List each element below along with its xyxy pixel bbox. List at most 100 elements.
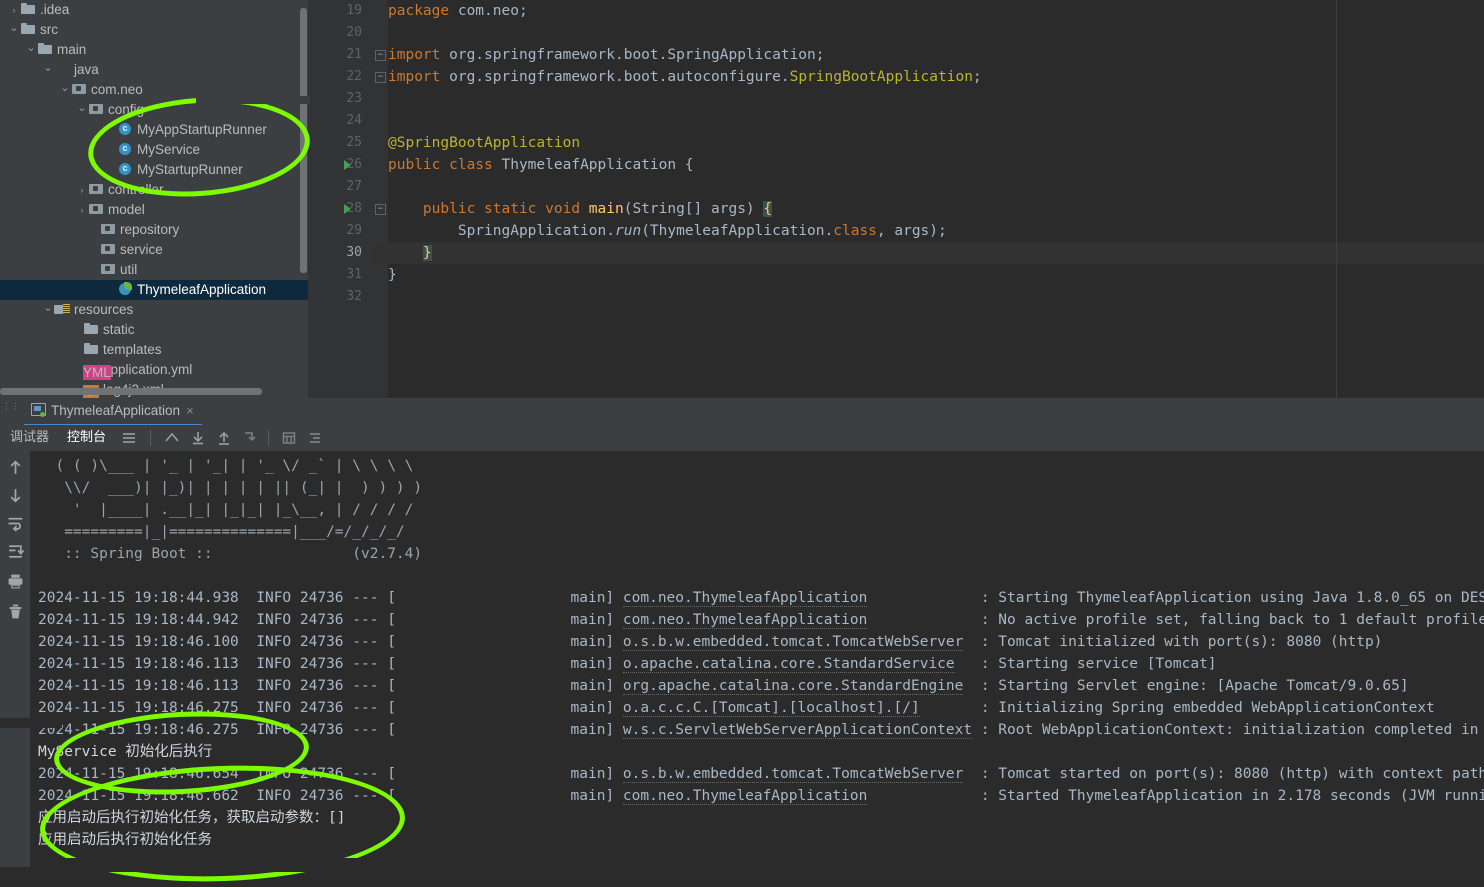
pkg-icon xyxy=(88,101,104,117)
tree-item-model[interactable]: › model xyxy=(0,200,310,220)
run-configuration-tab[interactable]: ThymeleafApplication × xyxy=(24,398,202,426)
step-into-icon[interactable] xyxy=(242,430,258,446)
tree-item-application-yml[interactable]: YMLapplication.yml xyxy=(0,360,310,380)
tree-item-static[interactable]: static xyxy=(0,320,310,340)
scroll-up-icon[interactable] xyxy=(7,459,24,476)
code-token: { xyxy=(763,201,773,217)
rerun-icon[interactable] xyxy=(164,430,180,446)
code-line: import org.springframework.boot.SpringAp… xyxy=(388,44,825,66)
line-number: 19 xyxy=(346,3,362,18)
run-tab-label: ThymeleafApplication xyxy=(51,403,181,418)
line-number: 24 xyxy=(346,113,362,128)
log-logger[interactable]: com.neo.ThymeleafApplication xyxy=(622,612,868,629)
tab-debugger[interactable]: 调试器 xyxy=(10,425,49,451)
tree-item-label: ThymeleafApplication xyxy=(137,282,267,297)
tree-item-label: java xyxy=(74,62,99,77)
line-number: 25 xyxy=(346,135,362,150)
log-prefix: 2024-11-15 19:18:44.942 INFO 24736 --- [… xyxy=(38,612,623,628)
tree-item-repository[interactable]: repository xyxy=(0,220,310,240)
tab-console[interactable]: 控制台 xyxy=(67,425,107,453)
log-logger[interactable]: o.a.c.c.C.[Tomcat].[localhost].[/] xyxy=(622,700,920,717)
code-editor[interactable]: 1920212223242526272829303132 −−−⌃ packag… xyxy=(310,0,1484,398)
code-token: (String[] args) xyxy=(623,201,764,217)
run-app-icon xyxy=(30,403,46,417)
code-token: org.springframework.boot.SpringApplicati… xyxy=(440,47,825,63)
editor-code-area[interactable]: package com.neo; import org.springframewo… xyxy=(370,0,1484,398)
tree-item-src[interactable]: ⌄ src xyxy=(0,20,310,40)
download-icon[interactable] xyxy=(190,430,206,446)
banner-line: ' |____| .__|_| |_|_| |_\__, | / / / / xyxy=(38,502,414,518)
upload-icon[interactable] xyxy=(216,430,232,446)
console-log-line: 2024-11-15 19:18:44.942 INFO 24736 --- [… xyxy=(38,609,1484,631)
right-margin-guide xyxy=(1336,0,1337,398)
tree-item--idea[interactable]: › .idea xyxy=(0,0,310,20)
twisty-icon[interactable]: ⌄ xyxy=(59,80,71,96)
tree-item-label: util xyxy=(120,262,138,277)
log-logger[interactable]: w.s.c.ServletWebServerApplicationContext xyxy=(622,722,973,739)
running-indicator-dot xyxy=(40,412,45,417)
align-icon[interactable] xyxy=(307,430,323,446)
twisty-icon[interactable]: › xyxy=(76,180,88,200)
tree-item-templates[interactable]: templates xyxy=(0,340,310,360)
twisty-icon[interactable]: ⌄ xyxy=(8,20,20,36)
code-token: } xyxy=(422,245,432,261)
twisty-icon[interactable]: ⌄ xyxy=(42,60,54,76)
code-line: @SpringBootApplication xyxy=(388,132,580,154)
twisty-icon[interactable]: › xyxy=(76,200,88,220)
log-logger[interactable]: com.neo.ThymeleafApplication xyxy=(622,590,868,607)
tree-item-label: .idea xyxy=(40,2,70,17)
code-token: main xyxy=(588,201,624,217)
line-number: 22 xyxy=(346,69,362,84)
folder-icon xyxy=(20,1,36,17)
tree-item-thymeleafapplication[interactable]: ThymeleafApplication xyxy=(0,280,310,300)
tree-item-label: src xyxy=(40,22,58,37)
yml-icon: YML xyxy=(83,363,111,380)
twisty-icon[interactable]: ⌄ xyxy=(25,40,37,56)
tool-window-icons[interactable]: ⋮⋮ xyxy=(2,402,20,420)
tree-item-util[interactable]: util xyxy=(0,260,310,280)
tree-item-resources[interactable]: ⌄ resources xyxy=(0,300,310,320)
log-message: : Tomcat initialized with port(s): 8080 … xyxy=(963,634,1383,650)
res-icon xyxy=(54,301,70,317)
grid-icon[interactable] xyxy=(281,430,297,446)
twisty-icon[interactable]: ⌄ xyxy=(42,300,54,316)
line-number: 32 xyxy=(346,289,362,304)
twisty-icon[interactable]: › xyxy=(8,0,20,20)
twisty-icon[interactable]: ⌄ xyxy=(76,100,88,116)
code-token: public class xyxy=(388,157,493,173)
trash-icon[interactable] xyxy=(7,603,24,620)
scroll-down-icon[interactable] xyxy=(7,487,24,504)
close-icon[interactable]: × xyxy=(186,403,194,418)
soft-wrap-icon[interactable] xyxy=(7,515,24,532)
folder-icon xyxy=(37,41,53,57)
code-token: import xyxy=(388,69,441,85)
tree-item-label: resources xyxy=(74,302,134,317)
log-logger[interactable]: com.neo.ThymeleafApplication xyxy=(622,788,868,805)
code-token: run xyxy=(614,223,642,239)
log-logger[interactable]: o.s.b.w.embedded.tomcat.TomcatWebServer xyxy=(622,766,964,783)
line-number: 28 xyxy=(346,201,362,216)
tree-item-label: main xyxy=(57,42,87,57)
project-tree-horizontal-scrollbar[interactable] xyxy=(0,388,262,395)
banner-line: ( ( )\___ | '_ | '_| | '_ \/ _` | \ \ \ … xyxy=(38,458,414,474)
tree-item-label: model xyxy=(108,202,145,217)
tree-item-main[interactable]: ⌄ main xyxy=(0,40,310,60)
code-token: } xyxy=(388,267,397,283)
code-token: com.neo; xyxy=(449,3,528,19)
tree-item-java[interactable]: ⌄ java xyxy=(0,60,310,80)
scroll-to-end-icon[interactable] xyxy=(7,543,24,560)
log-message: : Started ThymeleafApplication in 2.178 … xyxy=(980,788,1484,804)
tree-item-service[interactable]: service xyxy=(0,240,310,260)
banner-line: \\/ ___)| |_)| | | | | || (_| | ) ) ) ) xyxy=(38,480,423,496)
log-logger[interactable]: o.apache.catalina.core.StandardService xyxy=(622,656,955,673)
log-logger[interactable]: o.s.b.w.embedded.tomcat.TomcatWebServer xyxy=(622,634,964,651)
code-token: ThymeleafApplication { xyxy=(492,157,694,173)
project-tree-panel[interactable]: ›.idea⌄src⌄main⌄java⌄com.neo⌄configMyApp… xyxy=(0,0,310,398)
run-gutter-icon[interactable] xyxy=(344,204,351,214)
print-icon[interactable] xyxy=(7,573,24,590)
log-logger[interactable]: org.apache.catalina.core.StandardEngine xyxy=(622,678,964,695)
menu-icon[interactable] xyxy=(121,430,137,446)
run-gutter-icon[interactable] xyxy=(344,160,351,170)
editor-gutter[interactable]: 19 20 21 22 23 24 25 26 27 28 29 30 31 32 xyxy=(310,0,370,398)
